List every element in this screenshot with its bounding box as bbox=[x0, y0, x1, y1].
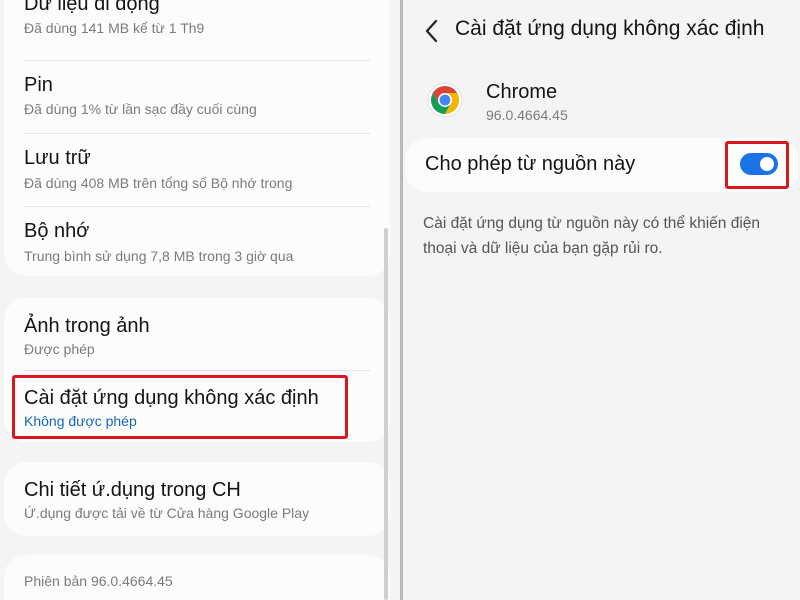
list-item-storage[interactable]: Lưu trữ Đã dùng 408 MB trên tổng số Bộ n… bbox=[24, 146, 380, 196]
list-item-store-details[interactable]: Chi tiết ứ.dụng trong CH Ứ.dụng được tải… bbox=[24, 479, 380, 529]
item-subtitle: Được phép bbox=[24, 341, 95, 357]
divider bbox=[24, 370, 370, 371]
list-item-memory[interactable]: Bộ nhớ Trung bình sử dụng 7,8 MB trong 3… bbox=[24, 219, 380, 269]
highlight-box bbox=[725, 141, 789, 189]
item-subtitle: Ứ.dụng được tải về từ Cửa hàng Google Pl… bbox=[24, 505, 310, 521]
install-unknown-apps-screen: Cài đặt ứng dụng không xác định Chrome 9… bbox=[403, 0, 800, 600]
item-title: Lưu trữ bbox=[24, 147, 91, 169]
settings-card-usage: Dữ liệu di động Đã dùng 141 MB kể từ 1 T… bbox=[4, 0, 390, 276]
warning-description: Cài đặt ứng dụng từ nguồn này có thể khi… bbox=[423, 215, 761, 257]
page-title: Cài đặt ứng dụng không xác định bbox=[455, 17, 765, 40]
scrollbar[interactable] bbox=[384, 228, 388, 600]
item-title: Pin bbox=[24, 74, 53, 96]
app-version: 96.0.4664.45 bbox=[486, 107, 568, 123]
item-title: Ảnh trong ảnh bbox=[24, 315, 150, 337]
list-item-picture-in-picture[interactable]: Ảnh trong ảnh Được phép bbox=[24, 315, 380, 365]
app-name: Chrome bbox=[486, 81, 558, 103]
item-title: Bộ nhớ bbox=[24, 220, 90, 242]
back-button[interactable] bbox=[421, 16, 445, 46]
list-item-mobile-data[interactable]: Dữ liệu di động Đã dùng 141 MB kể từ 1 T… bbox=[24, 0, 380, 50]
version-text: Phiên bản 96.0.4664.45 bbox=[24, 573, 173, 589]
item-title: Dữ liệu di động bbox=[24, 0, 160, 15]
item-subtitle: Trung bình sử dụng 7,8 MB trong 3 giờ qu… bbox=[24, 248, 294, 264]
settings-card-store: Chi tiết ứ.dụng trong CH Ứ.dụng được tải… bbox=[4, 462, 390, 536]
back-arrow-icon bbox=[425, 19, 438, 43]
divider bbox=[24, 60, 370, 61]
app-info-screen: Dữ liệu di động Đã dùng 141 MB kể từ 1 T… bbox=[0, 0, 400, 600]
divider bbox=[24, 206, 370, 207]
settings-card-version: Phiên bản 96.0.4664.45 bbox=[4, 555, 390, 600]
toggle-label: Cho phép từ nguồn này bbox=[425, 153, 636, 175]
list-item-battery[interactable]: Pin Đã dùng 1% từ lần sạc đầy cuối cùng bbox=[24, 74, 380, 124]
divider bbox=[24, 133, 370, 134]
item-title: Chi tiết ứ.dụng trong CH bbox=[24, 479, 241, 501]
item-subtitle: Đã dùng 1% từ lần sạc đầy cuối cùng bbox=[24, 101, 257, 117]
item-subtitle: Đã dùng 408 MB trên tổng số Bộ nhớ trong bbox=[24, 175, 293, 191]
highlight-box bbox=[12, 375, 348, 439]
chrome-icon bbox=[427, 82, 463, 118]
item-subtitle: Đã dùng 141 MB kể từ 1 Th9 bbox=[24, 20, 205, 36]
